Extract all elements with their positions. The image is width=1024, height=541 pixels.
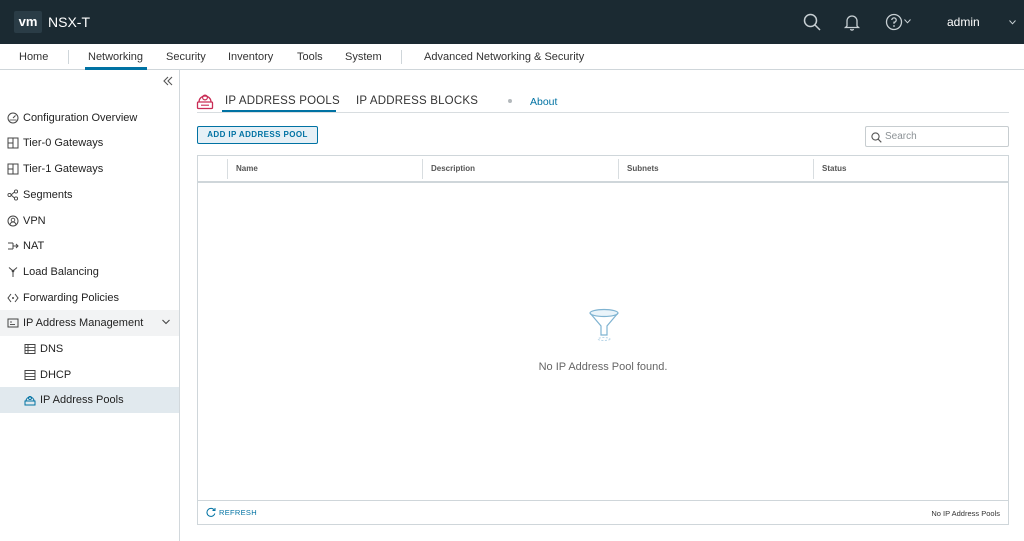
filter-empty-icon bbox=[589, 308, 619, 341]
sidebar-item-label: DNS bbox=[40, 343, 64, 355]
column-header-description[interactable]: Description bbox=[431, 164, 475, 173]
sidebar-item-label: Configuration Overview bbox=[23, 112, 138, 124]
ip-pool-icon bbox=[24, 396, 36, 406]
empty-state-message: No IP Address Pool found. bbox=[538, 361, 668, 373]
sidebar-item-label: Forwarding Policies bbox=[23, 292, 119, 304]
sidebar-item-label: Tier-1 Gateways bbox=[23, 163, 104, 175]
dns-icon bbox=[24, 344, 36, 354]
column-divider bbox=[227, 159, 228, 179]
sidebar-item-label: IP Address Pools bbox=[40, 394, 124, 406]
help-caret-icon[interactable] bbox=[904, 19, 911, 24]
vmware-logo[interactable]: vm bbox=[14, 11, 42, 33]
sidebar-item-label: IP Address Management bbox=[23, 317, 144, 329]
bell-icon[interactable] bbox=[843, 13, 861, 31]
refresh-label: REFRESH bbox=[219, 508, 257, 517]
column-header-name[interactable]: Name bbox=[236, 164, 258, 173]
nav-networking[interactable]: Networking bbox=[88, 51, 143, 63]
sidebar-item-tier0-gateways[interactable]: Tier-0 Gateways bbox=[0, 130, 179, 156]
search-field[interactable] bbox=[865, 126, 1009, 147]
gateway-icon bbox=[7, 163, 19, 175]
add-ip-address-pool-button[interactable]: ADD IP ADDRESS POOL bbox=[197, 126, 318, 144]
load-balancer-icon bbox=[8, 267, 18, 277]
column-header-status[interactable]: Status bbox=[822, 164, 846, 173]
tab-ip-address-blocks[interactable]: IP ADDRESS BLOCKS bbox=[356, 95, 478, 107]
table-header: Name Description Subnets Status bbox=[198, 156, 1008, 183]
sidebar-item-load-balancing[interactable]: Load Balancing bbox=[0, 259, 179, 285]
nav-security[interactable]: Security bbox=[166, 51, 206, 63]
nav-divider bbox=[68, 50, 69, 64]
help-icon[interactable] bbox=[885, 13, 903, 31]
nat-icon bbox=[8, 242, 19, 250]
sidebar-item-label: Tier-0 Gateways bbox=[23, 137, 104, 149]
sidebar-item-ip-address-pools[interactable]: IP Address Pools bbox=[0, 387, 179, 413]
gateway-icon bbox=[7, 137, 19, 149]
ipam-icon bbox=[7, 318, 19, 328]
product-name[interactable]: NSX-T bbox=[48, 14, 90, 30]
column-header-subnets[interactable]: Subnets bbox=[627, 164, 659, 173]
sidebar-item-label: Load Balancing bbox=[23, 266, 99, 278]
sidebar: Configuration Overview Tier-0 Gateways T… bbox=[0, 70, 180, 541]
sidebar-item-label: Segments bbox=[23, 189, 73, 201]
nav-system[interactable]: System bbox=[345, 51, 382, 63]
sidebar-item-label: DHCP bbox=[40, 369, 72, 381]
dashboard-icon bbox=[7, 112, 19, 124]
vpn-icon bbox=[7, 215, 19, 227]
sidebar-item-configuration-overview[interactable]: Configuration Overview bbox=[0, 105, 179, 131]
user-menu[interactable]: admin bbox=[947, 15, 980, 29]
nav-home[interactable]: Home bbox=[19, 51, 48, 63]
sidebar-item-nat[interactable]: NAT bbox=[0, 233, 179, 259]
dhcp-icon bbox=[24, 370, 36, 380]
nav-divider bbox=[401, 50, 402, 64]
search-icon[interactable] bbox=[803, 13, 821, 31]
sidebar-item-ip-address-management[interactable]: IP Address Management bbox=[0, 310, 179, 336]
column-divider[interactable] bbox=[813, 159, 814, 179]
sidebar-item-label: VPN bbox=[23, 215, 46, 227]
nav-inventory[interactable]: Inventory bbox=[228, 51, 273, 63]
user-caret-icon[interactable] bbox=[1009, 20, 1016, 25]
column-divider[interactable] bbox=[618, 159, 619, 179]
sidebar-item-vpn[interactable]: VPN bbox=[0, 208, 179, 234]
sidebar-item-dhcp[interactable]: DHCP bbox=[0, 362, 179, 388]
header-bar: vm NSX-T admin bbox=[0, 0, 1024, 44]
sidebar-item-tier1-gateways[interactable]: Tier-1 Gateways bbox=[0, 156, 179, 182]
chevron-down-icon[interactable] bbox=[161, 317, 171, 327]
tabs-divider bbox=[197, 112, 1009, 113]
main-nav: Home Networking Security Inventory Tools… bbox=[0, 44, 1024, 70]
footer-count: No IP Address Pools bbox=[931, 509, 1000, 518]
search-input[interactable] bbox=[885, 129, 1005, 144]
table-footer: REFRESH No IP Address Pools bbox=[198, 500, 1008, 524]
tab-ip-address-pools[interactable]: IP ADDRESS POOLS bbox=[225, 95, 340, 107]
forwarding-icon bbox=[7, 293, 19, 303]
nav-advanced-networking[interactable]: Advanced Networking & Security bbox=[424, 51, 584, 63]
nav-tools[interactable]: Tools bbox=[297, 51, 323, 63]
search-icon bbox=[871, 132, 882, 143]
sidebar-item-label: NAT bbox=[23, 240, 45, 252]
tab-separator-dot bbox=[508, 99, 512, 103]
column-divider[interactable] bbox=[422, 159, 423, 179]
about-link[interactable]: About bbox=[530, 96, 557, 108]
segments-icon bbox=[7, 189, 19, 201]
sidebar-item-dns[interactable]: DNS bbox=[0, 336, 179, 362]
collapse-sidebar-icon[interactable] bbox=[162, 75, 174, 87]
refresh-icon bbox=[206, 507, 216, 517]
sidebar-item-forwarding-policies[interactable]: Forwarding Policies bbox=[0, 285, 179, 311]
sidebar-item-segments[interactable]: Segments bbox=[0, 182, 179, 208]
ip-pool-icon bbox=[196, 94, 214, 110]
ip-pools-table: Name Description Subnets Status No IP Ad… bbox=[197, 155, 1009, 525]
